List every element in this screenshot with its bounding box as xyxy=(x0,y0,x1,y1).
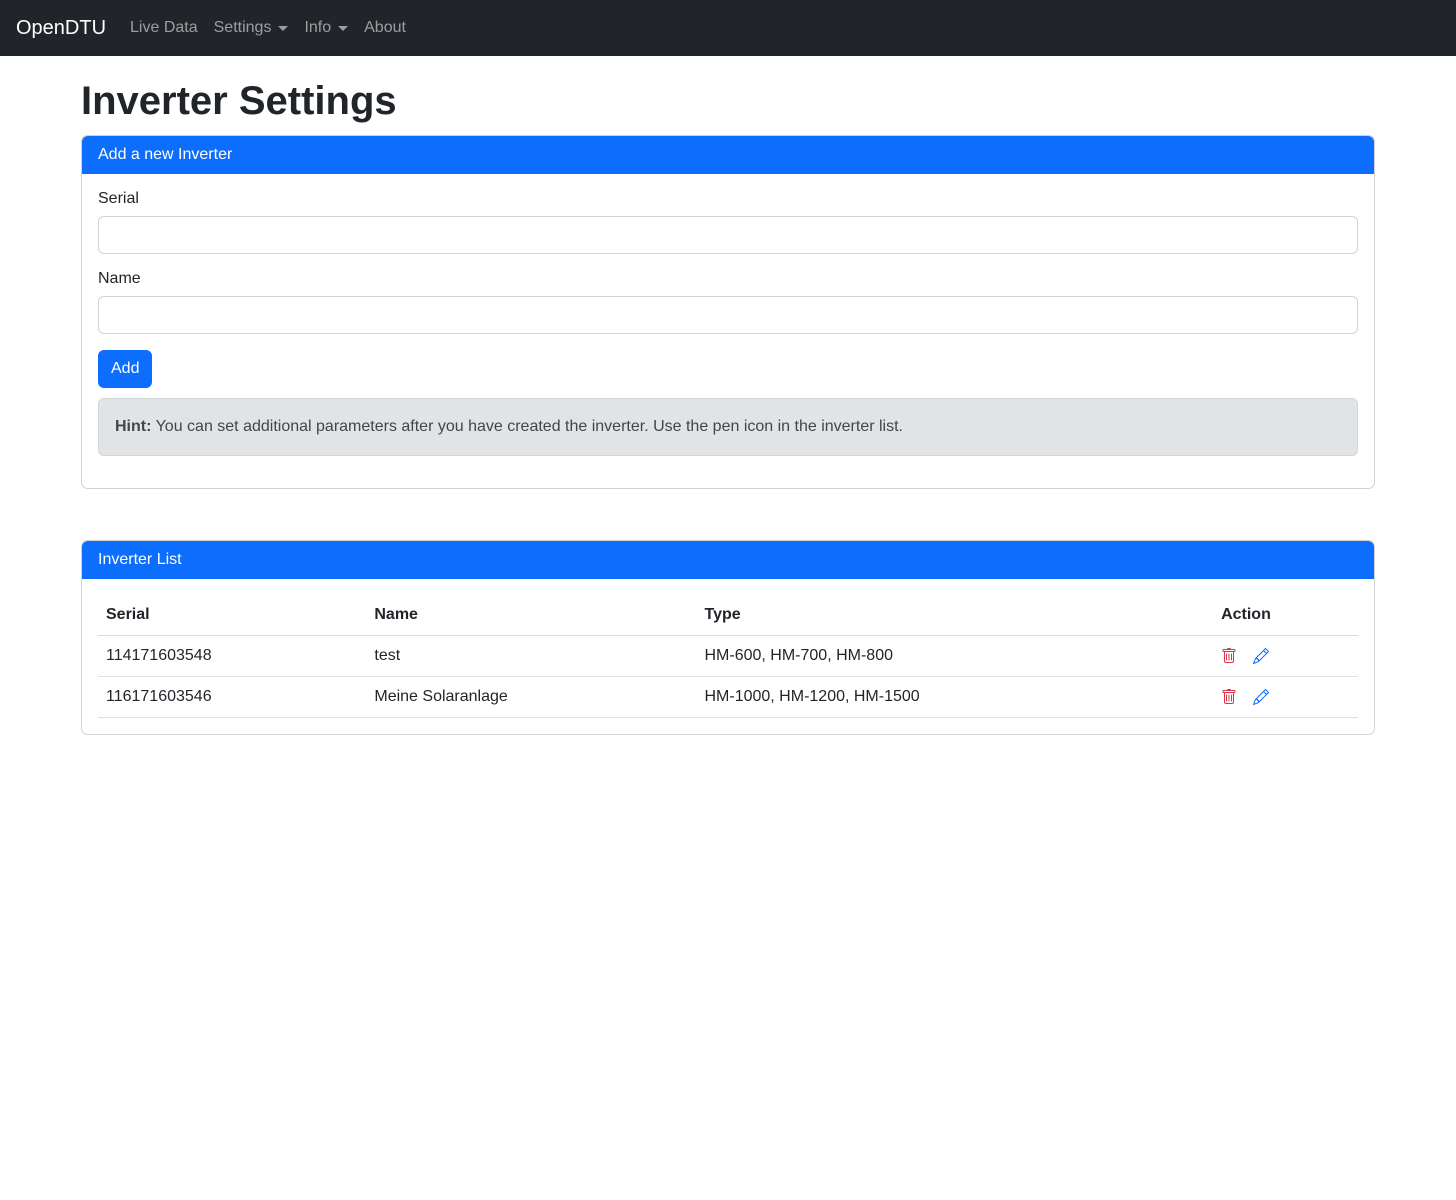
nav-item-about[interactable]: About xyxy=(356,11,414,45)
serial-field-group: Serial xyxy=(98,190,1358,254)
page-title: Inverter Settings xyxy=(81,77,1375,125)
delete-inverter-button[interactable] xyxy=(1221,648,1237,664)
inverter-list-card: Inverter List Serial Name Type Action 11… xyxy=(81,540,1375,735)
inverter-table-body: 114171603548 test HM-600, HM-700, HM-800… xyxy=(98,636,1358,718)
add-inverter-card-body: Serial Name Add Hint: You can set additi… xyxy=(82,174,1374,488)
add-inverter-card-header: Add a new Inverter xyxy=(82,136,1374,174)
delete-inverter-button[interactable] xyxy=(1221,689,1237,705)
cell-action xyxy=(1213,636,1358,677)
pencil-icon xyxy=(1253,693,1269,708)
cell-name: Meine Solaranlage xyxy=(366,677,696,718)
pencil-icon xyxy=(1253,652,1269,667)
name-field-group: Name xyxy=(98,270,1358,334)
add-inverter-card: Add a new Inverter Serial Name Add Hint:… xyxy=(81,135,1375,489)
page: OpenDTU Live Data Settings Info About In… xyxy=(0,0,1456,1200)
hint-text: You can set additional parameters after … xyxy=(151,418,903,435)
table-row: 116171603546 Meine Solaranlage HM-1000, … xyxy=(98,677,1358,718)
nav-item-label: About xyxy=(364,19,406,37)
column-header-action: Action xyxy=(1213,595,1358,636)
cell-type: HM-600, HM-700, HM-800 xyxy=(696,636,1213,677)
cell-serial: 114171603548 xyxy=(98,636,366,677)
navbar: OpenDTU Live Data Settings Info About xyxy=(0,0,1456,56)
nav-item-label: Info xyxy=(304,19,331,37)
inverter-list-card-header: Inverter List xyxy=(82,541,1374,579)
column-header-type: Type xyxy=(696,595,1213,636)
serial-input[interactable] xyxy=(98,216,1358,254)
edit-inverter-button[interactable] xyxy=(1253,648,1269,664)
caret-down-icon xyxy=(278,26,288,31)
table-row: 114171603548 test HM-600, HM-700, HM-800 xyxy=(98,636,1358,677)
cell-name: test xyxy=(366,636,696,677)
add-button[interactable]: Add xyxy=(98,350,152,388)
serial-label: Serial xyxy=(98,190,1358,208)
nav-item-label: Settings xyxy=(214,19,272,37)
inverter-table: Serial Name Type Action 114171603548 tes… xyxy=(98,595,1358,718)
cell-action xyxy=(1213,677,1358,718)
cell-type: HM-1000, HM-1200, HM-1500 xyxy=(696,677,1213,718)
trash-icon xyxy=(1221,652,1237,667)
name-label: Name xyxy=(98,270,1358,288)
brand-logo[interactable]: OpenDTU xyxy=(16,17,106,40)
column-header-serial: Serial xyxy=(98,595,366,636)
nav-item-live-data[interactable]: Live Data xyxy=(122,11,206,45)
cell-serial: 116171603546 xyxy=(98,677,366,718)
trash-icon xyxy=(1221,693,1237,708)
hint-label: Hint: xyxy=(115,418,151,435)
inverter-list-card-body: Serial Name Type Action 114171603548 tes… xyxy=(82,579,1374,734)
hint-alert: Hint: You can set additional parameters … xyxy=(98,398,1358,456)
name-input[interactable] xyxy=(98,296,1358,334)
nav-item-info[interactable]: Info xyxy=(296,11,356,45)
edit-inverter-button[interactable] xyxy=(1253,689,1269,705)
nav-item-settings[interactable]: Settings xyxy=(206,11,297,45)
column-header-name: Name xyxy=(366,595,696,636)
caret-down-icon xyxy=(338,26,348,31)
main-container: Inverter Settings Add a new Inverter Ser… xyxy=(81,77,1375,735)
nav-item-label: Live Data xyxy=(130,19,198,37)
table-header-row: Serial Name Type Action xyxy=(98,595,1358,636)
